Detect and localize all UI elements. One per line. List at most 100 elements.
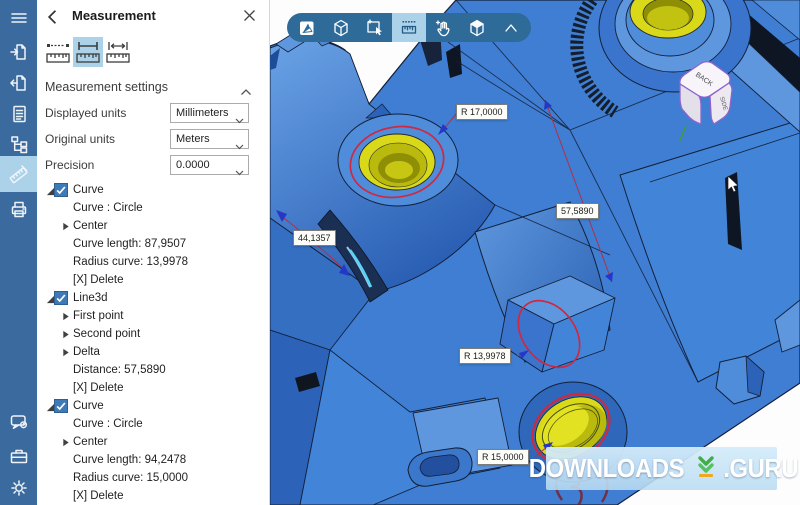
tree-row-delete[interactable]: [X] Delete bbox=[37, 272, 257, 290]
settings-button[interactable] bbox=[0, 472, 37, 504]
home-view-icon bbox=[297, 18, 317, 38]
measure-icon bbox=[7, 162, 31, 186]
mode-edge-length-button[interactable] bbox=[73, 37, 103, 67]
radius-annotation-3[interactable]: R 15,0000 bbox=[477, 449, 529, 465]
original-units-label: Original units bbox=[45, 132, 115, 146]
measure-point-to-point-icon bbox=[44, 39, 72, 65]
tree-row[interactable]: Curve length: 87,9507 bbox=[37, 236, 257, 254]
mode-point-to-point-button[interactable] bbox=[43, 37, 73, 67]
shaded-cube-icon bbox=[467, 18, 487, 38]
original-units-row: Original units Meters bbox=[37, 129, 270, 150]
model-geometry: BACK SIDE bbox=[270, 0, 800, 505]
tree-row[interactable]: Line3d bbox=[37, 290, 257, 308]
expander-icon[interactable] bbox=[62, 348, 70, 360]
feedback-button[interactable] bbox=[0, 406, 37, 438]
downloads-guru-watermark: DOWNLOADS .GURU bbox=[546, 447, 777, 490]
tree-row[interactable]: Curve bbox=[37, 398, 257, 416]
tree-row-delete[interactable]: [X] Delete bbox=[37, 380, 257, 398]
distance-annotation[interactable]: 57,5890 bbox=[556, 203, 599, 219]
measurement-tree: Curve Curve : Circle Center Curve length… bbox=[37, 182, 257, 505]
structure-icon bbox=[8, 133, 30, 155]
back-button[interactable] bbox=[45, 9, 61, 25]
import-file-icon bbox=[8, 41, 30, 63]
collapse-toolbar-button[interactable] bbox=[494, 13, 528, 42]
toolbox-icon bbox=[8, 445, 30, 467]
wireframe-view-button[interactable] bbox=[324, 13, 358, 42]
precision-row: Precision 0.0000 bbox=[37, 155, 270, 176]
tree-row[interactable]: Radius curve: 15,0000 bbox=[37, 470, 257, 488]
tree-row[interactable]: Distance: 57,5890 bbox=[37, 362, 257, 380]
tree-row[interactable]: Curve : Circle bbox=[37, 416, 257, 434]
precision-label: Precision bbox=[45, 158, 94, 172]
checkbox[interactable] bbox=[54, 291, 68, 305]
feedback-icon bbox=[8, 411, 30, 433]
tree-row[interactable]: Curve length: 94,2478 bbox=[37, 452, 257, 470]
watermark-text-left: DOWNLOADS bbox=[529, 453, 684, 484]
collapse-settings-button[interactable] bbox=[240, 83, 252, 101]
displayed-units-row: Displayed units Millimeters bbox=[37, 103, 270, 124]
export-file-button[interactable] bbox=[0, 67, 37, 99]
viewport-3d[interactable]: BACK SIDE bbox=[270, 0, 800, 505]
checkbox[interactable] bbox=[54, 399, 68, 413]
model-canvas[interactable]: BACK SIDE bbox=[270, 0, 800, 505]
menu-button[interactable] bbox=[0, 2, 37, 34]
tree-row[interactable]: Center bbox=[37, 434, 257, 452]
tree-row-delete[interactable]: [X] Delete bbox=[37, 488, 257, 505]
toolbox-button[interactable] bbox=[0, 440, 37, 472]
original-units-select[interactable]: Meters bbox=[170, 129, 249, 149]
expander-icon[interactable] bbox=[62, 312, 70, 324]
measure-edge-icon bbox=[74, 39, 102, 65]
measure-tool-button[interactable] bbox=[392, 13, 426, 42]
curve-length-annotation[interactable]: 44,1357 bbox=[293, 230, 336, 246]
measure-tool-icon bbox=[399, 18, 419, 38]
wireframe-cube-icon bbox=[331, 18, 351, 38]
pan-icon bbox=[433, 18, 453, 38]
precision-select[interactable]: 0.0000 bbox=[170, 155, 249, 175]
select-box-icon bbox=[365, 18, 385, 38]
chevron-down-icon bbox=[235, 163, 244, 181]
chevron-left-icon bbox=[45, 9, 59, 25]
tree-row[interactable]: Curve : Circle bbox=[37, 200, 257, 218]
select-box-button[interactable] bbox=[358, 13, 392, 42]
collapse-toolbar-icon bbox=[501, 18, 521, 38]
chevron-up-icon bbox=[240, 88, 252, 96]
print-button[interactable] bbox=[0, 193, 37, 225]
displayed-units-label: Displayed units bbox=[45, 106, 126, 120]
settings-section-title: Measurement settings bbox=[45, 80, 168, 94]
tree-row[interactable]: Radius curve: 13,9978 bbox=[37, 254, 257, 272]
menu-icon bbox=[8, 7, 30, 29]
view-toolbar bbox=[287, 13, 531, 42]
download-icon bbox=[694, 454, 718, 483]
expander-icon[interactable] bbox=[62, 222, 70, 234]
mode-distance-button[interactable] bbox=[103, 37, 133, 67]
tree-row[interactable]: Delta bbox=[37, 344, 257, 362]
tree-row[interactable]: Curve bbox=[37, 182, 257, 200]
measure-button[interactable] bbox=[0, 156, 37, 192]
radius-annotation-2[interactable]: R 13,9978 bbox=[459, 348, 511, 364]
measure-distance-icon bbox=[104, 39, 132, 65]
notes-button[interactable] bbox=[0, 98, 37, 130]
close-icon bbox=[243, 9, 256, 22]
home-view-button[interactable] bbox=[290, 13, 324, 42]
checkbox[interactable] bbox=[54, 183, 68, 197]
shaded-view-button[interactable] bbox=[460, 13, 494, 42]
tree-row[interactable]: Second point bbox=[37, 326, 257, 344]
chevron-down-icon bbox=[235, 111, 244, 129]
pan-button[interactable] bbox=[426, 13, 460, 42]
expander-icon[interactable] bbox=[62, 330, 70, 342]
export-file-icon bbox=[8, 72, 30, 94]
tree-row[interactable]: First point bbox=[37, 308, 257, 326]
close-button[interactable] bbox=[243, 9, 258, 24]
displayed-units-select[interactable]: Millimeters bbox=[170, 103, 249, 123]
chevron-down-icon bbox=[235, 137, 244, 155]
panel-header: Measurement bbox=[37, 6, 269, 30]
measurement-panel: Measurement Measurement settings Display… bbox=[37, 0, 270, 505]
watermark-text-right: .GURU bbox=[723, 453, 798, 484]
radius-annotation-1[interactable]: R 17,0000 bbox=[456, 104, 508, 120]
settings-icon bbox=[8, 477, 30, 499]
import-file-button[interactable] bbox=[0, 36, 37, 68]
expander-icon[interactable] bbox=[62, 438, 70, 450]
panel-title: Measurement bbox=[72, 8, 156, 23]
tree-row[interactable]: Center bbox=[37, 218, 257, 236]
print-icon bbox=[8, 198, 30, 220]
